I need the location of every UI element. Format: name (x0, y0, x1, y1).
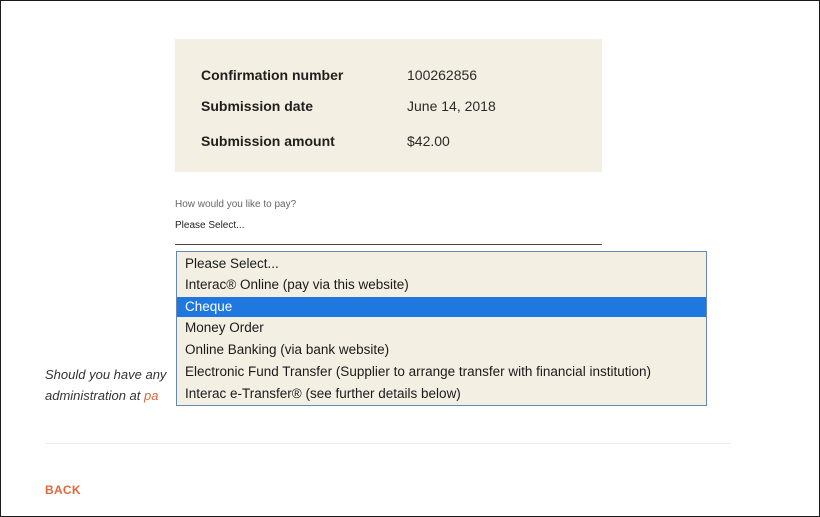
info-text-line-2: administration at pa (45, 388, 158, 403)
info-text-line-1: Should you have any (45, 367, 166, 382)
option-money-order[interactable]: Money Order (177, 318, 706, 338)
submission-date-label: Submission date (201, 98, 314, 114)
submission-date-value: June 14, 2018 (407, 98, 496, 114)
confirmation-value: 100262856 (407, 67, 478, 83)
info-text-1: Should you have any (45, 367, 167, 382)
section-divider (45, 443, 731, 444)
option-interac-e-transfer[interactable]: Interac e-Transfer® (see further details… (177, 384, 706, 404)
payment-method-dropdown[interactable]: Please Select... Interac® Online (pay vi… (176, 251, 707, 406)
page-frame: Confirmation number 100262856 Submission… (0, 0, 820, 517)
submission-summary: Confirmation number 100262856 Submission… (175, 39, 602, 172)
option-online-banking[interactable]: Online Banking (via bank website) (177, 340, 706, 360)
option-electronic-fund-transfer[interactable]: Electronic Fund Transfer (Supplier to ar… (177, 362, 706, 382)
option-please-select[interactable]: Please Select... (177, 254, 706, 274)
submission-amount-value: $42.00 (407, 133, 450, 149)
option-interac-online[interactable]: Interac® Online (pay via this website) (177, 275, 706, 295)
email-link[interactable]: pa (144, 388, 158, 403)
submission-amount-label: Submission amount (201, 133, 335, 149)
confirmation-label: Confirmation number (201, 67, 344, 83)
back-link[interactable]: BACK (45, 483, 81, 497)
option-cheque[interactable]: Cheque (177, 297, 706, 317)
payment-question-label: How would you like to pay? (175, 199, 297, 210)
info-text-2: administration at (45, 388, 141, 403)
select-underline (175, 244, 602, 245)
payment-method-select[interactable]: Please Select... (175, 220, 244, 231)
